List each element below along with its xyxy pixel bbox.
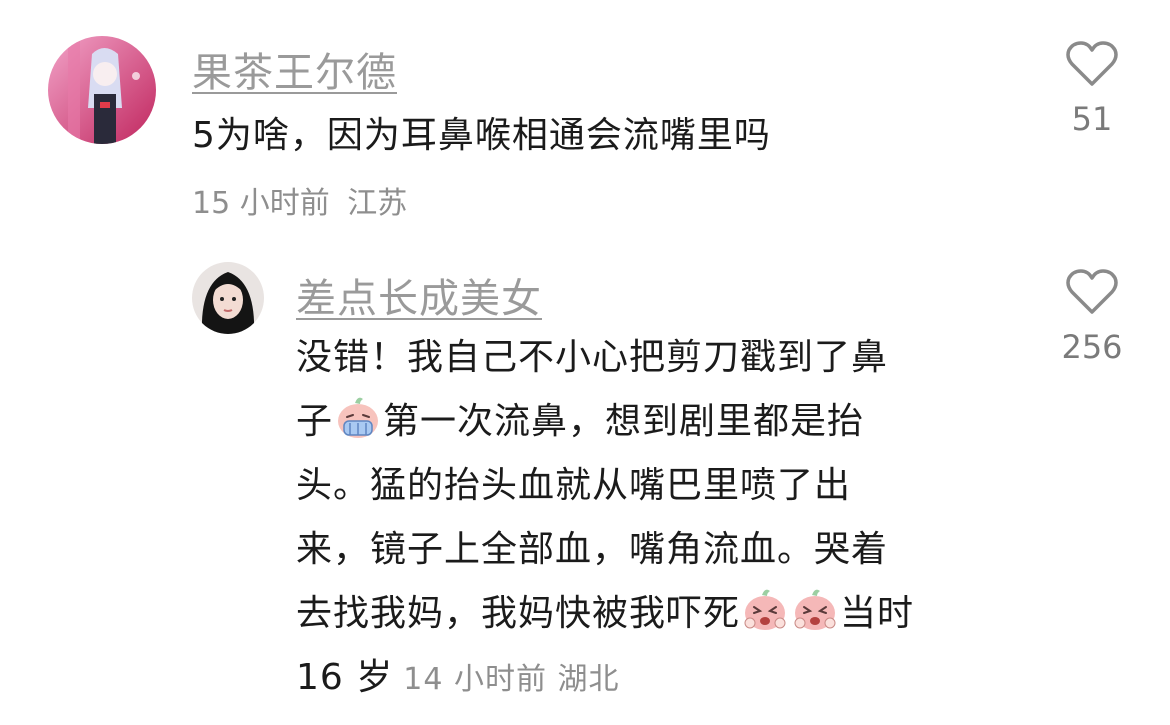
like-button[interactable]: 256 (1052, 268, 1132, 366)
avatar[interactable] (48, 36, 156, 144)
reply-location: 湖北 (557, 662, 620, 697)
reply-line-part: 16 岁 (296, 657, 394, 698)
reply-line: 头。猛的抬头血就从嘴巴里喷了出 (296, 465, 852, 506)
comment-username[interactable]: 果茶王尔德 (192, 40, 397, 98)
reply-time: 14 小时前 (403, 662, 547, 697)
reply-line: 子 第一次流鼻，想到剧里都是抬 (296, 390, 1016, 454)
reply-line: 16 岁 14 小时前 湖北 (296, 646, 1016, 712)
avatar-image (48, 36, 156, 144)
scared-face-emoji (744, 589, 786, 630)
reply-line: 来，镜子上全部血，嘴角流血。哭着 (296, 529, 889, 570)
crying-face-emoji (338, 397, 379, 438)
comment-text: 5为啥，因为耳鼻喉相通会流嘴里吗 (192, 115, 771, 156)
avatar-image (192, 262, 264, 334)
scared-face-emoji (794, 589, 836, 630)
reply-meta: 14 小时前 湖北 (403, 662, 619, 697)
like-count: 256 (1061, 328, 1123, 366)
heart-outline-icon (1066, 41, 1118, 86)
comment-thread: 果茶王尔德 5为啥，因为耳鼻喉相通会流嘴里吗 15 小时前 江苏 51 差点长成… (0, 0, 1170, 725)
reply-line-part: 当时 (840, 593, 915, 634)
reply-line: 去找我妈，我妈快被我吓死 当时 (296, 582, 1016, 646)
like-button[interactable]: 51 (1052, 40, 1132, 138)
reply-text: 没错！我自己不小心把剪刀戳到了鼻 子 第一次流鼻，想到剧里都是抬 头。猛的抬头血… (296, 326, 1016, 712)
reply-username[interactable]: 差点长成美女 (296, 266, 542, 324)
reply-line-part: 子 (296, 401, 334, 442)
reply-avatar[interactable] (192, 262, 264, 334)
reply-line-part: 去找我妈，我妈快被我吓死 (296, 593, 741, 634)
reply-line-part: 第一次流鼻，想到剧里都是抬 (383, 401, 865, 442)
comment-meta: 15 小时前 江苏 (192, 178, 407, 222)
comment-time: 15 小时前 (192, 186, 330, 221)
heart-outline-icon (1066, 269, 1118, 314)
comment-location: 江苏 (347, 186, 408, 221)
like-count: 51 (1071, 100, 1113, 138)
reply-line: 没错！我自己不小心把剪刀戳到了鼻 (296, 337, 889, 378)
